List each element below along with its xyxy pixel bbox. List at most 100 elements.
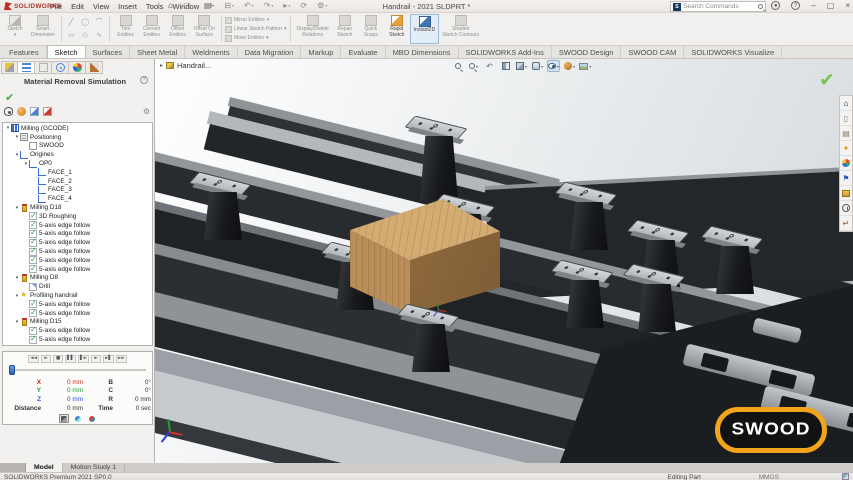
step-forward-button[interactable]: ►▌ bbox=[102, 355, 114, 363]
circle-tool-icon[interactable]: ◯ bbox=[79, 17, 92, 29]
go-to-start-button[interactable]: ◄◄ bbox=[28, 355, 40, 363]
search-input[interactable]: Search Commands bbox=[683, 3, 756, 10]
previous-view-icon[interactable]: ↶ bbox=[483, 60, 496, 72]
mode-standard-icon[interactable] bbox=[58, 414, 69, 423]
flag-icon[interactable]: ⚑ bbox=[840, 171, 852, 186]
tree-item[interactable]: 5-axis edge follow bbox=[3, 264, 152, 274]
tab-sheet-metal[interactable]: Sheet Metal bbox=[130, 46, 186, 58]
offset-entities-button[interactable]: Offset Entities bbox=[165, 14, 191, 44]
graphics-viewport[interactable]: ▸ Handrail... ▾ ↶ ▾ ▾ ▾ ▾ ▾ ✔ ⌂ ▯ ▤ ✦ ⚑ … bbox=[155, 59, 853, 463]
zoom-fit-icon[interactable] bbox=[451, 60, 464, 72]
close-button[interactable]: × bbox=[845, 1, 850, 10]
tab-mbd-dimensions[interactable]: MBD Dimensions bbox=[386, 46, 459, 58]
slider-knob[interactable] bbox=[9, 365, 15, 375]
stop-button[interactable]: ■ bbox=[53, 355, 64, 363]
tree-item[interactable]: ▾ Milling D15 bbox=[3, 317, 152, 327]
search-commands-box[interactable]: S Search Commands bbox=[670, 1, 766, 12]
tab-markup[interactable]: Markup bbox=[301, 46, 342, 58]
tree-item[interactable]: FACE_1 bbox=[3, 168, 152, 177]
show-toolpath-icon[interactable] bbox=[4, 107, 13, 116]
display-style-icon[interactable]: ▾ bbox=[531, 60, 544, 72]
pause-button[interactable]: ▌▌ bbox=[65, 355, 77, 363]
menu-edit[interactable]: Edit bbox=[71, 2, 84, 11]
step-button[interactable]: ▌► bbox=[78, 355, 89, 363]
print-icon[interactable]: ⊟ ▾ bbox=[224, 1, 234, 10]
tree-item[interactable]: 5-axis edge follow bbox=[3, 255, 152, 265]
material-display-icon[interactable] bbox=[17, 107, 26, 116]
offset-on-surface-button[interactable]: Offset On Surface bbox=[191, 14, 218, 44]
open-icon[interactable]: ▢ ▾ bbox=[183, 1, 194, 10]
tree-item[interactable]: 5-axis edge follow bbox=[3, 308, 152, 318]
tree-item[interactable]: 5-axis edge follow bbox=[3, 325, 152, 335]
mode-compare-icon[interactable] bbox=[87, 414, 97, 423]
trim-entities-button[interactable]: Trim Entities bbox=[113, 14, 139, 44]
tab-swood-design[interactable]: SWOOD Design bbox=[552, 46, 622, 58]
quick-snaps-button[interactable]: Quick Snaps bbox=[358, 14, 384, 44]
home-icon[interactable]: ⌂ bbox=[840, 96, 852, 111]
save-icon[interactable]: ▦ ▾ bbox=[204, 1, 215, 10]
tab-model[interactable]: Model bbox=[26, 463, 63, 472]
view-orientation-icon[interactable]: ▾ bbox=[515, 60, 528, 72]
line-tool-icon[interactable]: ╱ bbox=[65, 17, 78, 29]
repair-sketch-button[interactable]: Repair Sketch bbox=[332, 14, 358, 44]
hide-show-items-icon[interactable]: ▾ bbox=[547, 60, 560, 72]
display-manager-tab[interactable] bbox=[69, 61, 86, 74]
tree-item[interactable]: 5-axis edge follow bbox=[3, 228, 152, 239]
section-view-icon[interactable] bbox=[499, 60, 512, 72]
tree-item[interactable]: FACE_4 bbox=[3, 194, 152, 203]
vacuum-pod[interactable] bbox=[550, 259, 617, 337]
mode-turbo-icon[interactable] bbox=[73, 414, 83, 423]
tree-item[interactable]: 5-axis edge follow bbox=[3, 237, 152, 247]
tree-item[interactable]: FACE_3 bbox=[3, 185, 152, 195]
smart-dimension-button[interactable]: Smart Dimension bbox=[28, 14, 58, 44]
tree-item[interactable]: 5-axis edge follow bbox=[3, 299, 152, 309]
convert-entities-button[interactable]: Convert Entities bbox=[139, 14, 165, 44]
export-icon[interactable]: ↵ bbox=[840, 216, 852, 231]
tab-features[interactable]: Features bbox=[2, 46, 47, 58]
accept-check-icon[interactable]: ✔ bbox=[5, 91, 14, 104]
tree-item[interactable]: ▾ Milling (GCODE) bbox=[3, 124, 152, 133]
tree-item[interactable]: ▾ OP0 bbox=[3, 159, 152, 168]
tree-item[interactable]: SWOOD bbox=[3, 141, 152, 151]
view-settings-icon[interactable]: ▾ bbox=[579, 60, 592, 72]
user-account-icon[interactable]: ● bbox=[771, 1, 781, 10]
go-to-end-button[interactable]: ►► bbox=[115, 355, 127, 363]
vacuum-pod[interactable] bbox=[404, 115, 471, 200]
select-icon[interactable]: ▸ ▾ bbox=[283, 1, 290, 10]
menu-file[interactable]: File bbox=[50, 2, 62, 11]
tree-item[interactable]: 5-axis edge follow bbox=[3, 220, 152, 230]
home-icon[interactable]: ⌂ bbox=[168, 1, 173, 10]
compare-icon[interactable]: ✦ bbox=[840, 141, 852, 156]
restore-button[interactable]: ▢ bbox=[827, 1, 835, 10]
property-manager-tab[interactable] bbox=[18, 61, 35, 74]
tab-swood-cam[interactable]: SWOOD CAM bbox=[621, 46, 685, 58]
time-icon[interactable] bbox=[840, 201, 852, 216]
wood-stock-icon[interactable] bbox=[840, 186, 852, 201]
simulation-progress-slider[interactable] bbox=[9, 365, 146, 375]
tab-weldments[interactable]: Weldments bbox=[185, 46, 238, 58]
breadcrumb-expand-icon[interactable]: ▸ bbox=[160, 62, 163, 69]
breadcrumb[interactable]: ▸ Handrail... bbox=[160, 61, 211, 70]
minimize-button[interactable]: – bbox=[811, 1, 815, 10]
shaded-sketch-contours-button[interactable]: Shaded Sketch Contours bbox=[439, 14, 482, 44]
play-backward-button[interactable]: ► bbox=[41, 355, 52, 363]
status-units[interactable]: MMGS bbox=[759, 474, 779, 480]
colorwheel-icon[interactable] bbox=[840, 156, 852, 171]
menu-tools[interactable]: Tools bbox=[146, 2, 164, 11]
wood-stock-block[interactable] bbox=[350, 199, 500, 314]
reset-simulation-icon[interactable] bbox=[43, 107, 52, 116]
play-button[interactable]: ► bbox=[90, 355, 101, 363]
search-icon[interactable] bbox=[758, 4, 763, 9]
display-delete-relations-button[interactable]: Display/Delete Relations bbox=[294, 14, 332, 44]
arc-tool-icon[interactable]: ⌒ bbox=[93, 17, 106, 29]
move-entities-button[interactable]: Move Entities ▾ bbox=[224, 34, 287, 42]
appearances-icon[interactable]: ▾ bbox=[563, 60, 576, 72]
tab-data-migration[interactable]: Data Migration bbox=[238, 46, 302, 58]
mirror-entities-button[interactable]: Mirror Entities ▾ bbox=[224, 16, 287, 24]
tab-sketch[interactable]: Sketch bbox=[46, 45, 86, 58]
configuration-manager-tab[interactable] bbox=[35, 61, 52, 74]
tree-item[interactable]: 5-axis edge follow bbox=[3, 246, 152, 256]
rapid-sketch-button[interactable]: Rapid Sketch bbox=[384, 14, 410, 44]
redo-icon[interactable]: ↷ ▾ bbox=[264, 1, 274, 10]
stock-icon[interactable]: ▯ bbox=[840, 111, 852, 126]
